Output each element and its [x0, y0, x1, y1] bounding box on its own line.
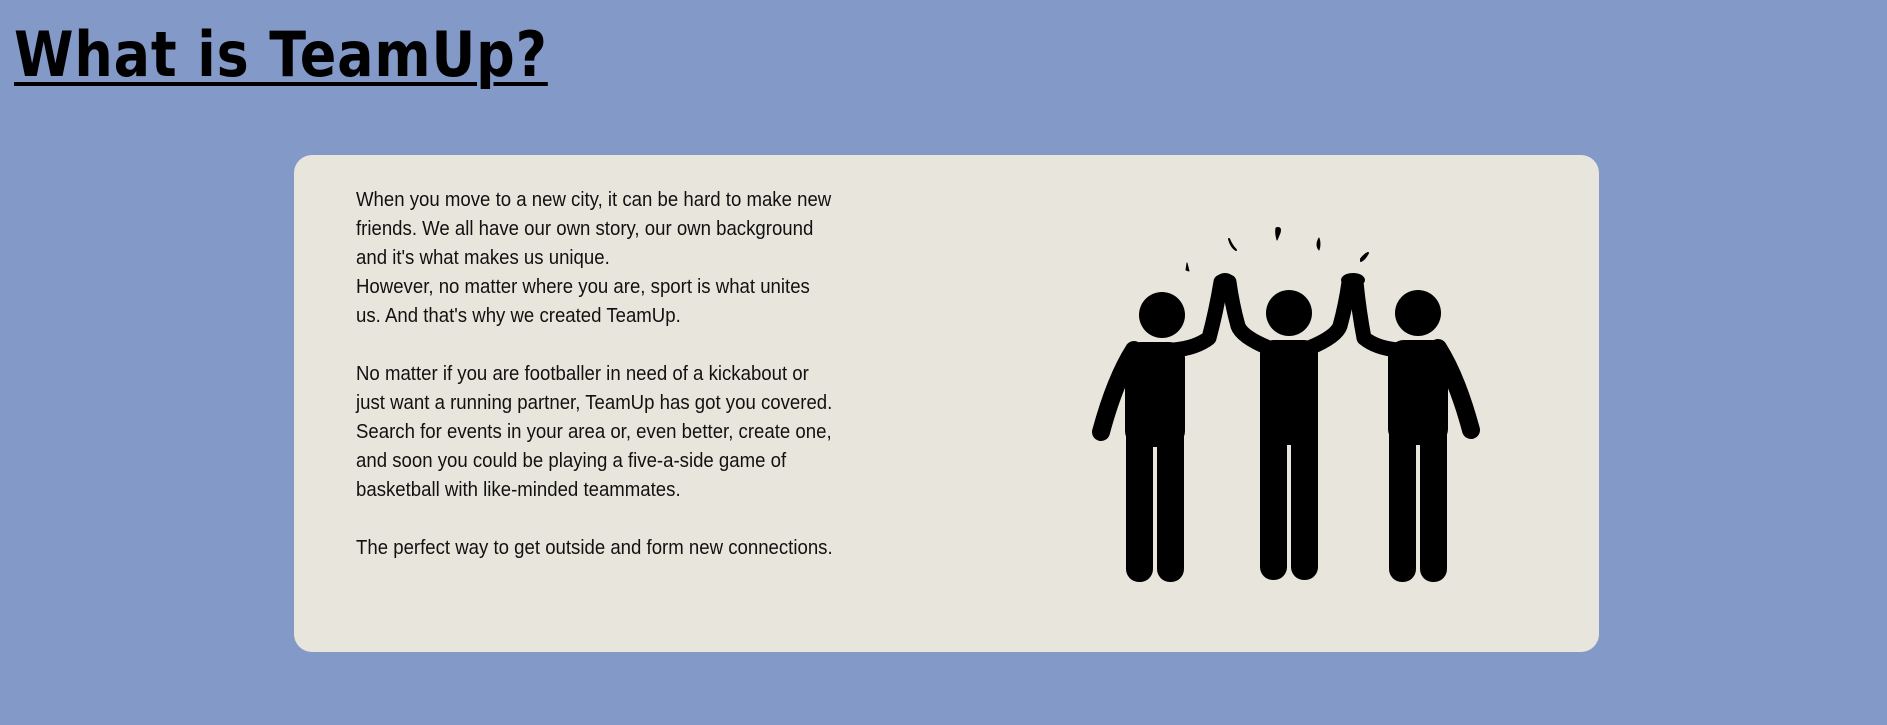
- about-card: When you move to a new city, it can be h…: [294, 155, 1599, 652]
- page-title: What is TeamUp?: [14, 18, 548, 91]
- about-paragraph-1a: When you move to a new city, it can be h…: [356, 189, 832, 269]
- about-paragraph-2b: Search for events in your area or, even …: [356, 421, 832, 501]
- people-high-five-icon: [1084, 220, 1504, 595]
- about-paragraph-2a: No matter if you are footballer in need …: [356, 363, 833, 414]
- about-text: When you move to a new city, it can be h…: [356, 186, 840, 563]
- about-paragraph-3: The perfect way to get outside and form …: [356, 537, 833, 559]
- about-paragraph-1b: However, no matter where you are, sport …: [356, 276, 810, 327]
